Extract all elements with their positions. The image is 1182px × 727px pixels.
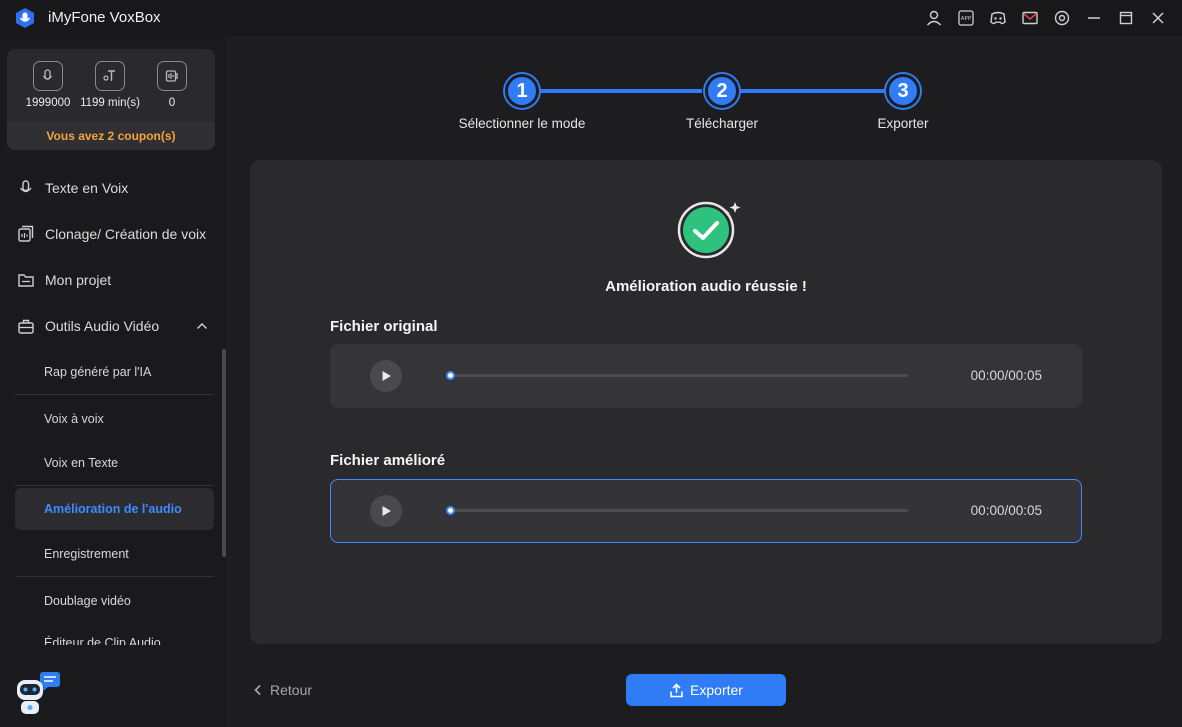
- improved-audio-player[interactable]: 00:00/00:05: [330, 479, 1082, 543]
- step-2-label: Télécharger: [685, 116, 759, 131]
- seek-handle[interactable]: [446, 371, 455, 380]
- seek-bar[interactable]: [446, 371, 908, 380]
- tts-icon: [33, 61, 63, 91]
- seek-bar[interactable]: [446, 506, 908, 515]
- time-readout: 00:00/00:05: [970, 503, 1042, 518]
- subnav-item-voice-to-text[interactable]: Voix en Texte: [15, 442, 214, 484]
- seek-handle[interactable]: [446, 506, 455, 515]
- step-2-badge: 2: [705, 74, 739, 108]
- original-file-label: Fichier original: [330, 318, 438, 335]
- progress-steps: 1 2 3 Sélectionner le mode Télécharger E…: [430, 70, 960, 140]
- success-message: Amélioration audio réussie !: [605, 278, 807, 295]
- subnav-item-voice-to-voice[interactable]: Voix à voix: [15, 398, 214, 440]
- play-icon: [382, 371, 391, 381]
- app-title: iMyFone VoxBox: [48, 9, 161, 26]
- stats-card: 1999000 1199 min(s) 0 Vous avez 2 coupon…: [7, 49, 215, 150]
- assistant-bot-icon[interactable]: [12, 668, 64, 720]
- export-button[interactable]: Exporter: [626, 674, 786, 706]
- nav-item-label: Outils Audio Vidéo: [45, 318, 160, 334]
- subnav-item-audio-enhancement[interactable]: Amélioration de l'audio: [15, 488, 214, 530]
- account-icon[interactable]: [918, 0, 950, 36]
- divider: [15, 394, 214, 395]
- nav-item-audio-video-tools[interactable]: Outils Audio Vidéo: [15, 306, 215, 346]
- time-readout: 00:00/00:05: [970, 368, 1042, 383]
- subnav-item-video-dubbing[interactable]: Doublage vidéo: [15, 580, 214, 622]
- play-icon: [382, 506, 391, 516]
- coupon-banner[interactable]: Vous avez 2 coupon(s): [7, 122, 215, 150]
- original-audio-player: 00:00/00:05: [330, 344, 1082, 408]
- discord-icon[interactable]: [982, 0, 1014, 36]
- nav-item-my-project[interactable]: Mon projet: [15, 260, 215, 300]
- chevron-left-icon: [254, 684, 261, 696]
- step-1-label: Sélectionner le mode: [458, 116, 586, 131]
- improved-file-label: Fichier amélioré: [330, 452, 446, 469]
- svg-text:APP: APP: [961, 16, 972, 22]
- clone-icon: [157, 61, 187, 91]
- app-icon[interactable]: APP: [950, 0, 982, 36]
- stat-characters: 1999000: [18, 61, 78, 109]
- export-icon: [670, 682, 683, 697]
- stt-icon: [95, 61, 125, 91]
- app-logo-icon: [16, 8, 34, 28]
- folder-icon: [16, 270, 36, 290]
- step-connector: [740, 89, 890, 93]
- divider: [15, 576, 214, 577]
- chevron-up-icon[interactable]: [195, 319, 209, 333]
- settings-icon[interactable]: [1046, 0, 1078, 36]
- back-button[interactable]: Retour: [252, 680, 312, 700]
- success-check-icon: [677, 201, 741, 259]
- step-3-label: Exporter: [877, 116, 929, 131]
- step-connector: [522, 89, 702, 93]
- nav-item-label: Mon projet: [45, 272, 112, 288]
- microphone-icon: [16, 178, 36, 198]
- nav-item-label: Texte en Voix: [45, 180, 129, 196]
- clone-voice-icon: [16, 224, 36, 244]
- minimize-icon[interactable]: [1078, 0, 1110, 36]
- subnav-item-recording[interactable]: Enregistrement: [15, 533, 214, 575]
- play-button[interactable]: [370, 495, 402, 527]
- mail-icon[interactable]: [1014, 0, 1046, 36]
- maximize-icon[interactable]: [1110, 0, 1142, 36]
- toolbox-icon: [16, 316, 36, 336]
- export-label: Exporter: [690, 682, 743, 698]
- play-button[interactable]: [370, 360, 402, 392]
- sidebar: 1999000 1199 min(s) 0 Vous avez 2 coupon…: [0, 36, 226, 727]
- divider: [15, 485, 214, 486]
- title-bar: iMyFone VoxBox APP: [0, 0, 1182, 36]
- close-icon[interactable]: [1142, 0, 1174, 36]
- stat-minutes: 1199 min(s): [80, 61, 140, 109]
- subnav-item-ai-rap[interactable]: Rap généré par l'IA: [15, 351, 214, 393]
- sidebar-scrollbar[interactable]: [222, 349, 226, 557]
- subnav-item-audio-clip-editor[interactable]: Éditeur de Clip Audio: [15, 623, 214, 645]
- step-3-badge: 3: [886, 74, 920, 108]
- nav-item-text-to-speech[interactable]: Texte en Voix: [15, 168, 215, 208]
- nav-item-voice-cloning[interactable]: Clonage/ Création de voix: [15, 214, 215, 254]
- stat-clones: 0: [142, 61, 202, 109]
- nav-item-label: Clonage/ Création de voix: [45, 226, 207, 242]
- back-label: Retour: [270, 682, 313, 698]
- step-1-badge: 1: [505, 74, 539, 108]
